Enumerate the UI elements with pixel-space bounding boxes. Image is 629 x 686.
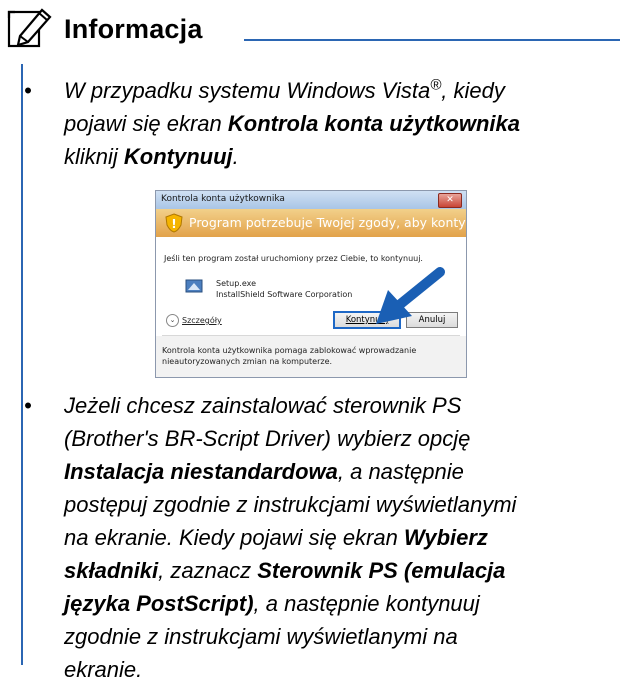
bold-term: Kontynuuj: [123, 144, 233, 169]
text-line: W przypadku systemu Windows Vista®, kied…: [64, 74, 624, 107]
bold-term: języka PostScript): [64, 591, 254, 616]
text-segment: na ekranie. Kiedy pojawi się ekran: [64, 525, 404, 550]
text-segment: kliknij: [64, 144, 124, 169]
text-segment: , zaznacz: [158, 558, 258, 583]
text-line: na ekranie. Kiedy pojawi się ekran Wybie…: [64, 521, 624, 554]
bold-term: Instalacja niestandardowa: [64, 459, 338, 484]
text-segment: pojawi się ekran: [64, 111, 228, 136]
text-line: ekranie.: [64, 653, 624, 686]
text-line: zgodnie z instrukcjami wyświetlanymi na: [64, 620, 624, 653]
text-segment: , a następnie kontynuuj: [253, 591, 480, 616]
text-segment: , a następnie: [337, 459, 464, 484]
program-publisher: InstallShield Software Corporation: [216, 290, 353, 299]
details-link[interactable]: Szczegóły: [182, 316, 222, 325]
note-header: Informacja: [0, 0, 629, 50]
note-pencil-icon: [7, 8, 52, 48]
text-line: Instalacja niestandardowa, a następnie: [64, 455, 624, 488]
pointer-arrow-icon: [376, 267, 445, 324]
program-name: Setup.exe: [216, 279, 257, 288]
dialog-titlebar: Kontrola konta użytkownika ✕: [156, 191, 466, 209]
dialog-intro: Jeśli ten program został uruchomiony prz…: [164, 254, 423, 263]
bold-term: składniki: [64, 558, 159, 583]
bold-term: Kontrola konta użytkownika: [227, 111, 521, 136]
warning-shield-icon: !: [165, 213, 183, 233]
note-left-rule: [21, 64, 23, 665]
footer-line-1: Kontrola konta użytkownika pomaga zablok…: [162, 346, 417, 355]
dialog-footer: Kontrola konta użytkownika pomaga zablok…: [156, 336, 466, 377]
text-segment: ®: [430, 76, 442, 94]
text-line: kliknij Kontynuuj.: [64, 140, 624, 173]
dialog-banner: ! Program potrzebuje Twojej zgody, aby k…: [156, 209, 466, 237]
text-segment: .: [232, 144, 239, 169]
dialog-title: Kontrola konta użytkownika: [161, 194, 285, 204]
bullet-1: •: [24, 78, 32, 103]
note-item-vista: W przypadku systemu Windows Vista®, kied…: [64, 74, 624, 173]
program-icon: [185, 279, 203, 293]
dialog-banner-text: Program potrzebuje Twojej zgody, aby kon…: [189, 215, 466, 230]
bold-term: Wybierz: [403, 525, 488, 550]
close-icon: ✕: [438, 193, 462, 208]
bullet-2: •: [24, 393, 32, 418]
text-segment: (Brother's BR-Script Driver) wybierz opc…: [64, 426, 471, 451]
text-line: języka PostScript), a następnie kontynuu…: [64, 587, 624, 620]
svg-text:!: !: [171, 217, 176, 231]
header-divider: [244, 39, 620, 41]
bold-term: Sterownik PS (emulacja: [257, 558, 506, 583]
text-segment: zgodnie z instrukcjami wyświetlanymi na: [64, 624, 458, 649]
text-segment: W przypadku systemu Windows Vista: [64, 78, 431, 103]
text-line: postępuj zgodnie z instrukcjami wyświetl…: [64, 488, 624, 521]
text-segment: Jeżeli chcesz zainstalować sterownik PS: [64, 393, 462, 418]
text-line: składniki, zaznacz Sterownik PS (emulacj…: [64, 554, 624, 587]
text-segment: , kiedy: [441, 78, 505, 103]
footer-line-2: nieautoryzowanych zmian na komputerze.: [162, 357, 333, 366]
text-line: pojawi się ekran Kontrola konta użytkown…: [64, 107, 624, 140]
text-segment: ekranie.: [64, 657, 143, 682]
note-item-ps-driver: Jeżeli chcesz zainstalować sterownik PS (…: [64, 389, 624, 686]
note-title: Informacja: [64, 14, 203, 44]
text-segment: postępuj zgodnie z instrukcjami wyświetl…: [64, 492, 517, 517]
chevron-down-icon[interactable]: ⌄: [166, 314, 179, 327]
text-line: Jeżeli chcesz zainstalować sterownik PS: [64, 389, 624, 422]
text-line: (Brother's BR-Script Driver) wybierz opc…: [64, 422, 624, 455]
